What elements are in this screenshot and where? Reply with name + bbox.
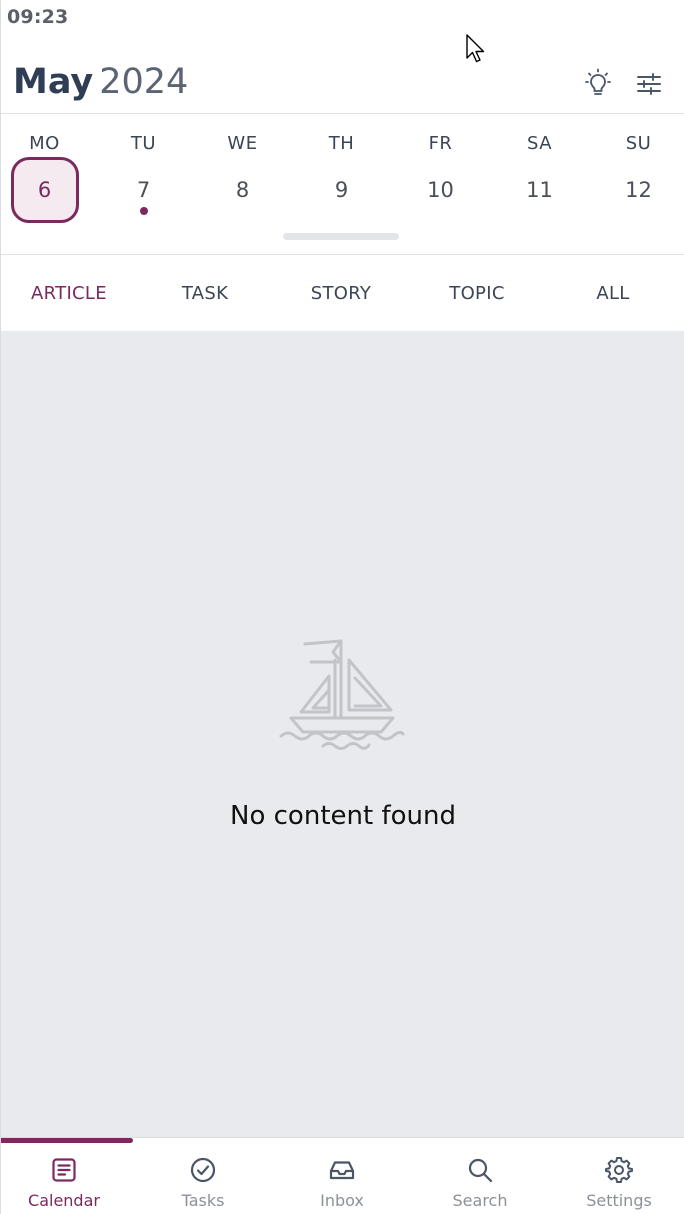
nav-tasks[interactable]: Tasks bbox=[135, 1138, 271, 1214]
tab-article[interactable]: ARTICLE bbox=[1, 256, 137, 331]
tab-all[interactable]: ALL bbox=[545, 256, 681, 331]
nav-label: Calendar bbox=[28, 1191, 100, 1210]
day-name: SA bbox=[526, 133, 553, 154]
nav-label: Tasks bbox=[181, 1191, 225, 1210]
day-wednesday[interactable]: WE 8 bbox=[193, 115, 292, 235]
day-monday[interactable]: MO 6 bbox=[1, 115, 94, 235]
tab-task[interactable]: TASK bbox=[137, 256, 273, 331]
app-header: May 2024 bbox=[1, 50, 684, 114]
day-number: 8 bbox=[235, 178, 250, 202]
day-thursday[interactable]: TH 9 bbox=[292, 115, 391, 235]
drag-handle[interactable] bbox=[283, 233, 399, 240]
search-icon bbox=[468, 1158, 493, 1183]
day-number: 12 bbox=[625, 178, 652, 202]
nav-search[interactable]: Search bbox=[412, 1138, 548, 1214]
day-name: TU bbox=[130, 133, 157, 154]
year-label: 2024 bbox=[99, 62, 189, 102]
day-name: WE bbox=[227, 133, 258, 154]
bottom-navigation: Calendar Tasks Inbox Search Settings bbox=[1, 1137, 684, 1214]
content-area: No content found bbox=[1, 331, 684, 1137]
day-number: 11 bbox=[526, 178, 553, 202]
month-label: May bbox=[13, 62, 94, 102]
nav-inbox[interactable]: Inbox bbox=[274, 1138, 410, 1214]
sailboat-icon bbox=[279, 639, 405, 750]
lightbulb-icon[interactable] bbox=[581, 67, 615, 101]
day-name: SU bbox=[625, 133, 652, 154]
empty-message: No content found bbox=[230, 801, 456, 831]
tab-topic[interactable]: TOPIC bbox=[409, 256, 545, 331]
day-name: FR bbox=[428, 133, 453, 154]
day-tuesday[interactable]: TU 7 bbox=[94, 115, 193, 235]
week-strip: MO 6 TU 7 WE 8 TH 9 FR 10 SA 11 SU 12 bbox=[1, 115, 684, 255]
sliders-icon[interactable] bbox=[632, 67, 666, 101]
gear-icon bbox=[605, 1157, 633, 1183]
day-friday[interactable]: FR 10 bbox=[391, 115, 490, 235]
content-type-tabs: ARTICLE TASK STORY TOPIC ALL bbox=[1, 256, 684, 331]
status-time: 09:23 bbox=[7, 6, 69, 28]
nav-label: Search bbox=[452, 1191, 508, 1210]
nav-label: Inbox bbox=[320, 1191, 364, 1210]
check-circle-icon bbox=[190, 1157, 216, 1183]
event-dot bbox=[139, 207, 148, 215]
day-number: 10 bbox=[427, 178, 454, 202]
app-screen: 09:23 May 2024 MO 6 TU 7 WE 8 TH 9 FR 10… bbox=[0, 0, 684, 1214]
day-name: TH bbox=[328, 133, 355, 154]
day-number: 6 bbox=[10, 157, 79, 223]
page-title: May 2024 bbox=[13, 62, 188, 102]
tab-story[interactable]: STORY bbox=[273, 256, 409, 331]
day-name: MO bbox=[29, 133, 60, 154]
day-saturday[interactable]: SA 11 bbox=[490, 115, 589, 235]
calendar-icon bbox=[52, 1158, 76, 1182]
day-sunday[interactable]: SU 12 bbox=[589, 115, 684, 235]
nav-calendar[interactable]: Calendar bbox=[1, 1138, 132, 1214]
inbox-icon bbox=[329, 1161, 355, 1180]
nav-settings[interactable]: Settings bbox=[551, 1138, 684, 1214]
nav-label: Settings bbox=[586, 1191, 652, 1210]
day-number: 9 bbox=[334, 178, 349, 202]
